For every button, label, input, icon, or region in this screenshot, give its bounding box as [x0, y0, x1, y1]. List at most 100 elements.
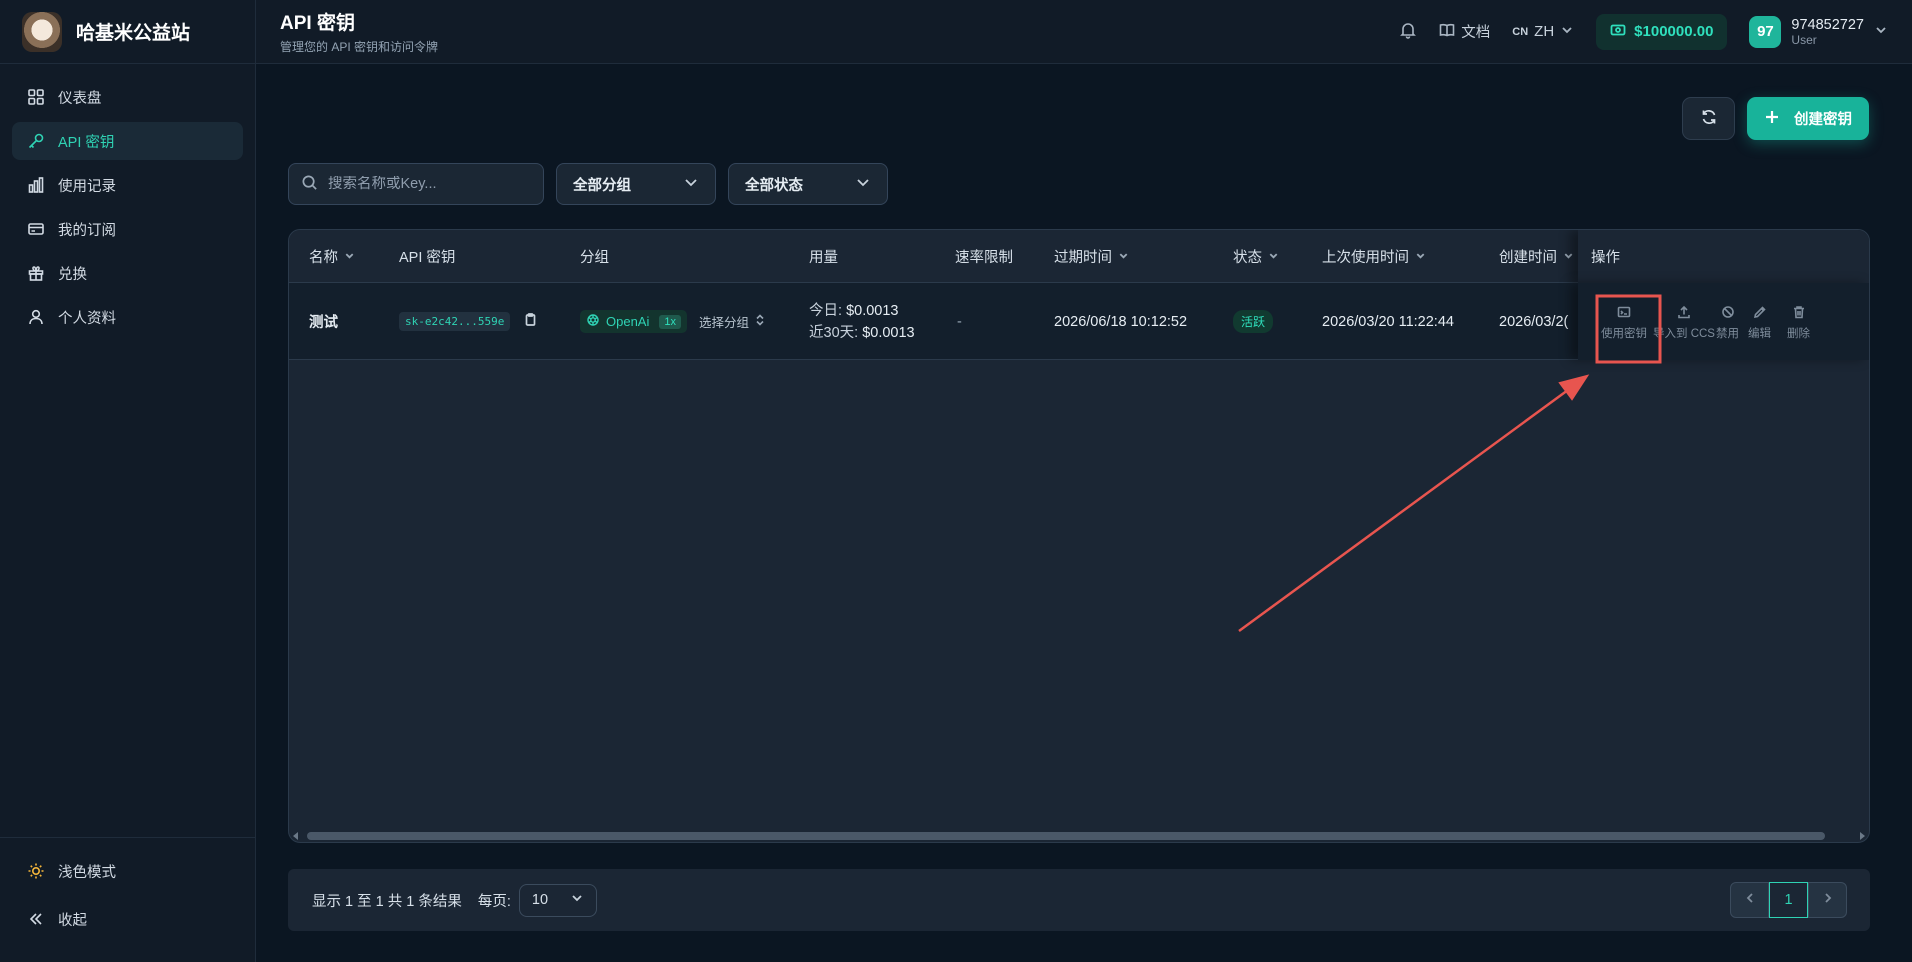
horizontal-scrollbar[interactable]	[307, 832, 1825, 840]
disable-button[interactable]: 禁用	[1716, 305, 1739, 341]
sidebar-item-usage[interactable]: 使用记录	[12, 166, 243, 204]
page-1-button[interactable]: 1	[1769, 882, 1808, 918]
sidebar-item-dashboard[interactable]: 仪表盘	[12, 78, 243, 116]
chevron-down-icon	[1874, 23, 1888, 41]
api-key-chip[interactable]: sk-e2c42...559e	[399, 312, 511, 331]
page-subtitle: 管理您的 API 密钥和访问令牌	[280, 40, 439, 54]
group-filter-value: 全部分组	[573, 177, 631, 194]
bell-icon[interactable]	[1399, 21, 1417, 43]
refresh-button[interactable]	[1682, 97, 1735, 140]
delete-button[interactable]: 删除	[1787, 305, 1810, 341]
column-header-actions: 操作	[1591, 230, 1620, 283]
sidebar-item-profile[interactable]: 个人资料	[12, 298, 243, 336]
lang-label: ZH	[1534, 23, 1555, 40]
row-actions: 使用密钥 导入到 CCS 禁用 编辑 删除	[1578, 283, 1869, 360]
group-cell: OpenAi 1x 选择分组	[580, 283, 765, 360]
book-icon	[1439, 22, 1455, 42]
wallet-icon	[1610, 22, 1626, 42]
delete-label: 删除	[1787, 328, 1810, 340]
search-box	[288, 163, 544, 205]
trash-icon	[1792, 305, 1806, 322]
column-header-last-used[interactable]: 上次使用时间	[1322, 230, 1426, 283]
chart-icon	[26, 175, 46, 195]
language-switcher[interactable]: CN ZH	[1512, 23, 1574, 41]
credit-card-icon	[26, 219, 46, 239]
dashboard-icon	[26, 87, 46, 107]
column-label: 创建时间	[1499, 250, 1557, 266]
balance-amount: $100000.00	[1634, 23, 1714, 40]
column-header-created[interactable]: 创建时间	[1499, 230, 1574, 283]
column-header-status[interactable]: 状态	[1233, 230, 1279, 283]
column-header-name[interactable]: 名称	[309, 230, 355, 283]
table-header: 名称 API 密钥 分组 用量 速率限制 过期时间 状态 上次使用时间 创建时间…	[289, 230, 1869, 283]
per-page-select[interactable]: 10	[518, 883, 597, 917]
brand[interactable]: 哈基米公益站	[0, 0, 255, 64]
column-label: 操作	[1591, 250, 1620, 266]
edit-button[interactable]: 编辑	[1748, 305, 1771, 341]
key-name: 测试	[309, 315, 338, 331]
usage-cell: 今日: $0.0013 近30天: $0.0013	[809, 283, 915, 360]
disable-label: 禁用	[1716, 328, 1739, 340]
per-page-value: 10	[531, 892, 549, 908]
clipboard-icon[interactable]	[510, 313, 537, 330]
collapse-label: 收起	[58, 912, 87, 929]
prev-page-button[interactable]	[1730, 882, 1769, 918]
sidebar-item-label: 我的订阅	[58, 222, 116, 239]
import-ccs-button[interactable]: 导入到 CCS	[1653, 305, 1715, 341]
sidebar-item-label: 个人资料	[58, 310, 116, 327]
select-group-button[interactable]: 选择分组	[699, 312, 765, 331]
user-icon	[26, 307, 46, 327]
terminal-icon	[1617, 305, 1631, 322]
created-at: 2026/03/2(	[1499, 313, 1569, 330]
select-group-label: 选择分组	[699, 316, 750, 330]
sidebar-item-label: 兑换	[58, 266, 87, 283]
chevron-down-icon	[1268, 249, 1279, 265]
ban-icon	[1721, 305, 1735, 322]
chevron-down-icon	[1415, 249, 1426, 265]
top-header: API 密钥 管理您的 API 密钥和访问令牌 文档 CN ZH $100000…	[256, 0, 1912, 64]
column-header-api-key: API 密钥	[399, 230, 455, 283]
brand-logo	[22, 11, 62, 52]
multiplier-badge: 1x	[659, 314, 681, 329]
header-actions: 文档 CN ZH $100000.00 97 974852727 User	[1399, 13, 1888, 50]
next-page-button[interactable]	[1808, 882, 1847, 918]
sun-icon	[26, 861, 46, 881]
create-key-label: 创建密钥	[1794, 112, 1852, 128]
use-key-button[interactable]: 使用密钥	[1601, 305, 1647, 341]
scroll-right-arrow[interactable]	[1860, 832, 1865, 840]
lang-code: CN	[1512, 25, 1529, 38]
refresh-icon	[1700, 108, 1718, 130]
status-filter-select[interactable]: 全部状态	[728, 163, 888, 205]
brand-name: 哈基米公益站	[76, 23, 191, 44]
column-header-group: 分组	[580, 230, 609, 283]
key-value-cell: sk-e2c42...559e	[399, 283, 537, 360]
collapse-button[interactable]: 收起	[12, 900, 243, 938]
per-page-control: 每页: 10	[477, 883, 597, 917]
sidebar-item-subscriptions[interactable]: 我的订阅	[12, 210, 243, 248]
docs-link[interactable]: 文档	[1439, 21, 1490, 42]
docs-label: 文档	[1461, 25, 1491, 41]
group-filter-select[interactable]: 全部分组	[556, 163, 716, 205]
expires-at: 2026/06/18 10:12:52	[1054, 313, 1188, 330]
theme-toggle[interactable]: 浅色模式	[12, 852, 243, 890]
sidebar-item-redeem[interactable]: 兑换	[12, 254, 243, 292]
column-header-expires[interactable]: 过期时间	[1054, 230, 1129, 283]
scroll-left-arrow[interactable]	[293, 832, 298, 840]
import-ccs-label: 导入到 CCS	[1653, 328, 1715, 340]
balance-badge[interactable]: $100000.00	[1596, 13, 1728, 50]
column-label: 用量	[809, 250, 838, 266]
user-role: User	[1791, 32, 1817, 47]
per-page-label: 每页:	[477, 893, 511, 910]
sidebar-bottom: 浅色模式 收起	[0, 837, 255, 962]
double-chevron-left-icon	[26, 909, 46, 929]
user-menu[interactable]: 97 974852727 User	[1749, 15, 1888, 48]
username: 974852727	[1791, 16, 1864, 33]
search-input[interactable]	[328, 176, 528, 192]
column-header-usage: 用量	[809, 230, 838, 283]
status-badge: 活跃	[1233, 310, 1274, 333]
sidebar-item-api-keys[interactable]: API 密钥	[12, 122, 243, 160]
group-name: OpenAi	[606, 314, 650, 329]
column-label: 过期时间	[1054, 250, 1112, 266]
theme-toggle-label: 浅色模式	[58, 864, 116, 881]
create-key-button[interactable]: 创建密钥	[1747, 97, 1869, 140]
